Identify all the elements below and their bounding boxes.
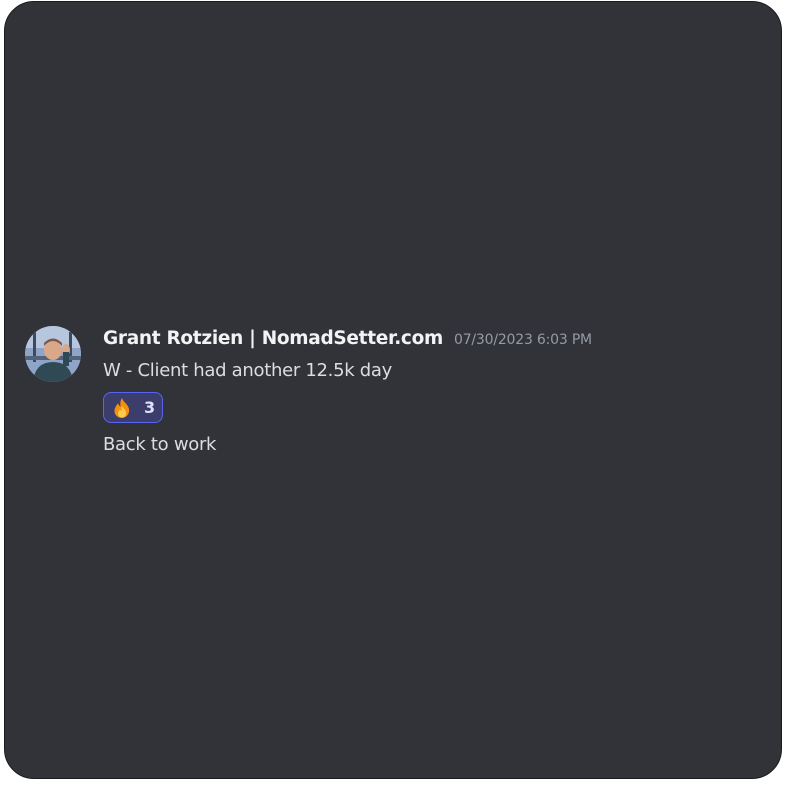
timestamp[interactable]: 07/30/2023 6:03 PM — [454, 332, 592, 348]
username[interactable]: Grant Rotzien | NomadSetter.com — [103, 328, 443, 349]
reaction-count: 3 — [144, 398, 156, 417]
chat-window: Grant Rotzien | NomadSetter.com 07/30/20… — [4, 1, 782, 779]
message-text: W - Client had another 12.5k day — [103, 360, 392, 381]
reaction-button[interactable]: 3 — [103, 392, 163, 423]
avatar[interactable] — [25, 326, 81, 382]
message-header: Grant Rotzien | NomadSetter.com 07/30/20… — [103, 326, 723, 358]
avatar-image — [25, 326, 81, 382]
fire-icon — [114, 397, 130, 418]
message-content: Grant Rotzien | NomadSetter.com 07/30/20… — [103, 326, 723, 458]
message-text: Back to work — [103, 434, 217, 455]
